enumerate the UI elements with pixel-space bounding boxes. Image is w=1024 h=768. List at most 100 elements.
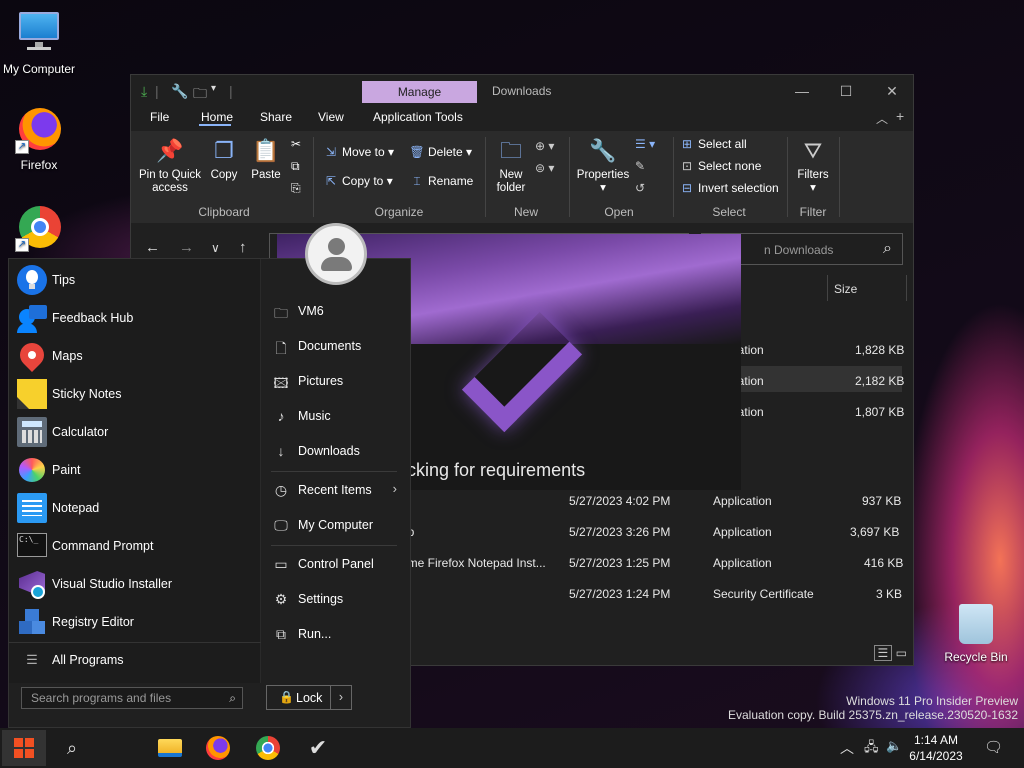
pin-icon: 📌	[156, 138, 184, 163]
file-name: ome Firefox Notepad Inst...	[401, 556, 546, 570]
pin-to-quick-access-button[interactable]: 📌 Pin to Quick access	[137, 137, 203, 195]
recent-chevron-icon[interactable]: ∨	[211, 241, 220, 255]
rename-button[interactable]: ⌶ Rename	[409, 174, 473, 189]
new-folder-icon[interactable]: 🗀	[193, 83, 207, 107]
app-tips[interactable]: Tips	[13, 261, 257, 299]
clock[interactable]: 1:14 AM 6/14/2023	[900, 732, 972, 764]
user-avatar[interactable]	[305, 223, 367, 285]
run-icon: ⧉	[276, 626, 286, 642]
place-downloads[interactable]: ↓ Downloads	[269, 436, 409, 466]
checkmark-icon: ✔	[308, 735, 328, 760]
all-programs-button[interactable]: ☰ All Programs	[13, 641, 257, 679]
app-calculator[interactable]: Calculator	[13, 413, 257, 451]
place-my-computer[interactable]: 🖵 My Computer	[269, 510, 409, 540]
move-to-button[interactable]: ⇲ Move to ▾	[323, 145, 394, 159]
taskbar-chrome[interactable]	[248, 732, 288, 764]
place-settings[interactable]: ⚙ Settings	[269, 584, 409, 614]
file-size: 1,807 KB	[855, 405, 905, 419]
maximize-button[interactable]: ☐	[831, 81, 861, 101]
paste-button[interactable]: 📋 Paste	[247, 137, 285, 182]
notification-icon[interactable]: 🗨	[984, 738, 1003, 756]
watermark-line-1: Windows 11 Pro Insider Preview	[846, 694, 1018, 708]
app-registry-editor[interactable]: Registry Editor	[13, 603, 257, 641]
back-arrow-icon[interactable]: ←	[145, 239, 160, 256]
place-music[interactable]: ♪ Music	[269, 401, 409, 431]
desktop-icon-my-computer[interactable]: My Computer	[1, 10, 77, 76]
select-none-button[interactable]: ⊡ Select none	[679, 159, 761, 173]
delete-button[interactable]: 🗑 Delete ▾	[409, 145, 472, 159]
details-view-icon[interactable]: ☰	[873, 645, 893, 661]
filters-button[interactable]: ⛛ Filters ▾	[793, 137, 833, 195]
close-button[interactable]: ✕	[877, 81, 907, 101]
network-icon[interactable]: 🖧	[864, 738, 879, 760]
search-icon[interactable]: ⌕	[229, 691, 236, 706]
app-feedback-hub[interactable]: Feedback Hub	[13, 299, 257, 337]
menu-view[interactable]: View	[318, 110, 344, 124]
chrome-icon	[256, 736, 280, 760]
up-arrow-icon[interactable]: ↑	[239, 239, 247, 256]
show-hidden-icons-chevron-icon[interactable]: ︿	[840, 738, 854, 758]
place-pictures[interactable]: 🖾 Pictures	[269, 366, 409, 396]
select-all-button[interactable]: ⊞ Select all	[679, 137, 747, 151]
menu-application-tools[interactable]: Application Tools	[373, 110, 463, 124]
tab-manage[interactable]: Manage	[362, 81, 477, 103]
search-icon[interactable]: ⌕	[883, 240, 892, 258]
app-sticky-notes[interactable]: Sticky Notes	[13, 375, 257, 413]
new-item-icon[interactable]: ⊕ ▾	[535, 139, 554, 153]
app-visual-studio-installer[interactable]: Visual Studio Installer	[13, 565, 257, 603]
desktop-icon-label: Recycle Bin	[944, 650, 1008, 664]
menu-share[interactable]: Share	[260, 110, 292, 124]
copy-button[interactable]: ❐ Copy	[207, 137, 241, 182]
place-recent-items[interactable]: ◷ Recent Items ›	[269, 475, 409, 505]
lock-button[interactable]: 🔒 Lock ›	[266, 685, 352, 710]
customize-chevron-icon[interactable]: ▾	[211, 83, 216, 94]
properties-button[interactable]: 🔧 Properties ▾	[575, 137, 631, 195]
app-notepad[interactable]: Notepad	[13, 489, 257, 527]
properties-label: Properties	[576, 169, 630, 181]
group-separator	[839, 137, 840, 217]
place-user-folder[interactable]: 🗀 VM6	[269, 296, 409, 326]
desktop-icon-firefox[interactable]: ↗ Firefox	[1, 106, 77, 172]
copy-to-button[interactable]: ⇱ Copy to ▾	[323, 174, 393, 188]
place-control-panel[interactable]: ▭ Control Panel	[269, 549, 409, 579]
download-arrow-icon[interactable]: ⤓	[141, 83, 147, 100]
taskbar-firefox[interactable]	[198, 732, 238, 764]
app-command-prompt[interactable]: C:\_ Command Prompt	[13, 527, 257, 565]
menu-file[interactable]: File	[150, 110, 169, 124]
menu-home[interactable]: Home	[201, 110, 233, 124]
easy-access-icon[interactable]: ⊜ ▾	[535, 161, 554, 175]
properties-wrench-icon[interactable]: 🔧	[171, 83, 188, 100]
cut-icon[interactable]: ✂	[291, 137, 301, 151]
desktop-icon-recycle-bin[interactable]: Recycle Bin	[940, 604, 1012, 664]
history-icon[interactable]: ↺	[635, 181, 645, 195]
paste-shortcut-icon[interactable]: ⎘	[291, 181, 301, 196]
taskbar-file-explorer[interactable]	[150, 732, 190, 764]
taskbar-setup[interactable]: ✔	[298, 732, 338, 764]
start-button[interactable]	[2, 730, 46, 766]
place-run[interactable]: ⧉ Run...	[269, 619, 409, 649]
app-paint[interactable]: Paint	[13, 451, 257, 489]
add-icon[interactable]: +	[896, 108, 904, 124]
place-documents[interactable]: 🗋 Documents	[269, 331, 409, 361]
search-button[interactable]: ⌕	[52, 732, 92, 764]
group-select: Select	[712, 205, 746, 219]
invert-selection-button[interactable]: ⊟ Invert selection	[679, 181, 779, 195]
sticky-note-icon	[17, 379, 47, 409]
paste-icon: 📋	[252, 138, 280, 163]
edit-icon[interactable]: ✎	[635, 159, 645, 173]
forward-arrow-icon[interactable]: →	[179, 239, 194, 256]
minimize-button[interactable]: —	[787, 81, 817, 101]
tiles-view-icon[interactable]: ▭	[896, 646, 907, 660]
app-maps[interactable]: Maps	[13, 337, 257, 375]
power-options-chevron-icon[interactable]: ›	[330, 686, 351, 709]
new-folder-button[interactable]: 🗀 New folder	[491, 137, 531, 195]
collapse-ribbon-icon[interactable]: ︿	[876, 110, 888, 127]
all-programs-label: All Programs	[52, 653, 124, 667]
move-to-label: Move to	[342, 145, 385, 159]
open-icon[interactable]: ☰ ▾	[635, 137, 655, 151]
desktop-icon-chrome[interactable]: ↗	[1, 204, 77, 256]
copy-path-icon[interactable]: ⧉	[291, 159, 300, 174]
start-menu: Tips Feedback Hub Maps Sticky Notes Calc…	[8, 223, 411, 728]
start-search-input[interactable]: Search programs and files ⌕	[21, 687, 243, 709]
column-header-size[interactable]: Size	[827, 275, 907, 301]
